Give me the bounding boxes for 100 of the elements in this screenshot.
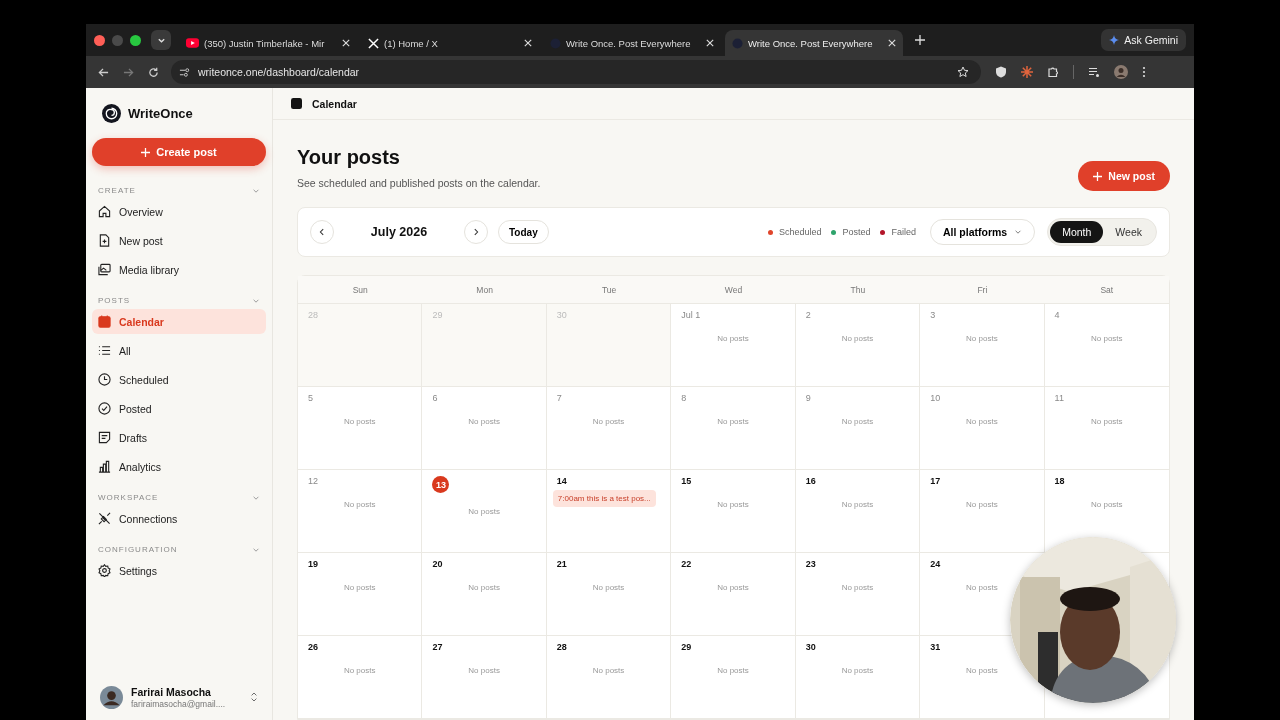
view-option[interactable]: Week: [1103, 221, 1154, 243]
site-settings-icon[interactable]: [179, 66, 190, 78]
user-avatar: [100, 685, 123, 709]
zoom-window-button[interactable]: [130, 34, 141, 46]
day-number: 2: [805, 310, 811, 320]
empty-day-text: No posts: [966, 334, 998, 343]
empty-day-text: No posts: [966, 500, 998, 509]
address-bar[interactable]: writeonce.one/dashboard/calendar: [171, 60, 981, 84]
scheduled-post-chip[interactable]: 7:00am this is a test pos...: [552, 490, 656, 507]
plus-icon: [1093, 171, 1103, 181]
day-number: 31: [930, 642, 941, 652]
month-label: July 2026: [369, 225, 429, 239]
back-arrow-icon[interactable]: [98, 66, 109, 78]
day-number: 11: [1054, 393, 1064, 403]
browser-tab[interactable]: (350) Justin Timberlake - Mir: [179, 30, 357, 56]
video-play-icon: [186, 38, 199, 48]
weekday-label: Fri: [977, 284, 988, 295]
close-window-button[interactable]: [94, 34, 105, 46]
close-tab-icon[interactable]: [706, 39, 714, 47]
nav-item[interactable]: Media library: [92, 257, 266, 282]
reload-icon[interactable]: [148, 66, 159, 78]
today-marker: 13: [432, 476, 450, 493]
spiral-logo-icon: [102, 103, 121, 123]
empty-day-text: No posts: [1091, 334, 1123, 343]
weekday-label: Mon: [476, 284, 493, 295]
section-heading: WORKSPACE: [98, 493, 159, 502]
nav-item[interactable]: Overview: [92, 199, 266, 224]
day-number: 20: [432, 559, 443, 569]
day-number: 29: [681, 642, 692, 652]
empty-day-text: No posts: [841, 666, 874, 675]
legend-label: Posted: [842, 227, 871, 237]
media-queue-icon[interactable]: [1088, 66, 1100, 78]
view-option[interactable]: Month: [1050, 221, 1104, 243]
puzzle-piece-icon[interactable]: [1047, 66, 1059, 78]
bar-chart-icon: [98, 460, 111, 473]
chevron-up-down-icon[interactable]: [250, 691, 258, 703]
empty-day-text: No posts: [343, 666, 376, 675]
user-email: fariraimasocha@gmail....: [131, 698, 227, 709]
today-button[interactable]: Today: [498, 220, 549, 244]
close-tab-icon[interactable]: [888, 39, 896, 47]
profile-avatar[interactable]: [1114, 65, 1128, 79]
day-number: 27: [432, 642, 443, 652]
section-heading: CONFIGURATION: [98, 545, 178, 554]
settings-icon: [98, 564, 111, 577]
forward-arrow-icon[interactable]: [123, 66, 134, 78]
nav-item[interactable]: Analytics: [92, 454, 266, 479]
nav-item[interactable]: Calendar: [92, 309, 266, 334]
empty-day-text: No posts: [841, 583, 874, 592]
day-number: 23: [805, 559, 816, 569]
bookmark-star-icon[interactable]: [957, 66, 969, 78]
page-header-title: Calendar: [312, 97, 357, 110]
platform-dropdown[interactable]: All platforms: [929, 219, 1036, 245]
new-tab-icon[interactable]: [915, 35, 925, 45]
burst-icon[interactable]: [1021, 66, 1033, 78]
empty-day-text: No posts: [966, 666, 998, 675]
empty-day-text: No posts: [841, 417, 874, 426]
close-tab-icon[interactable]: [524, 39, 532, 47]
day-number: 6: [432, 393, 438, 403]
empty-day-text: No posts: [1091, 417, 1123, 426]
day-number: 15: [681, 476, 692, 486]
nav-item[interactable]: All: [92, 338, 266, 363]
day-number: Jul 1: [681, 310, 701, 320]
menu-icon[interactable]: [1142, 66, 1146, 78]
close-tab-icon[interactable]: [342, 39, 350, 47]
tab-search-button[interactable]: [151, 30, 171, 50]
sparkle-icon: [1109, 35, 1120, 45]
brand-name: WriteOnce: [128, 105, 193, 121]
square-icon: [291, 98, 302, 109]
create-post-button[interactable]: Create post: [92, 138, 266, 166]
empty-day-text: No posts: [468, 507, 500, 516]
day-number: 8: [681, 393, 687, 403]
new-post-button[interactable]: New post: [1078, 161, 1170, 191]
nav-item[interactable]: Scheduled: [92, 367, 266, 392]
day-number: 19: [308, 559, 318, 569]
nav-item[interactable]: Settings: [92, 558, 266, 583]
empty-day-text: No posts: [343, 417, 376, 426]
calendar-icon: [98, 315, 111, 328]
browser-tab[interactable]: Write Once. Post Everywhere: [543, 30, 721, 56]
day-number: 3: [930, 310, 936, 320]
day-number: 7: [556, 393, 562, 403]
shield-icon[interactable]: [995, 66, 1007, 78]
ask-gemini-button[interactable]: Ask Gemini: [1101, 29, 1186, 51]
chevron-right-icon: [472, 228, 480, 236]
day-number: 16: [805, 476, 816, 486]
empty-day-text: No posts: [592, 666, 625, 675]
empty-day-text: No posts: [592, 583, 625, 592]
list-icon: [98, 344, 111, 357]
nav-item[interactable]: Posted: [92, 396, 266, 421]
nav-item[interactable]: Connections: [92, 506, 266, 531]
browser-tab[interactable]: (1) Home / X: [361, 30, 539, 56]
legend-label: Failed: [891, 227, 916, 237]
empty-day-text: No posts: [966, 583, 998, 592]
day-number: 14: [556, 476, 567, 486]
x-logo-icon: [368, 37, 379, 49]
browser-tab[interactable]: Write Once. Post Everywhere: [725, 30, 903, 56]
day-number: 29: [432, 310, 443, 320]
page-subtitle: See scheduled and published posts on the calendar.: [297, 177, 541, 189]
nav-item[interactable]: New post: [92, 228, 266, 253]
nav-item[interactable]: Drafts: [92, 425, 266, 450]
day-number: 26: [308, 642, 318, 652]
